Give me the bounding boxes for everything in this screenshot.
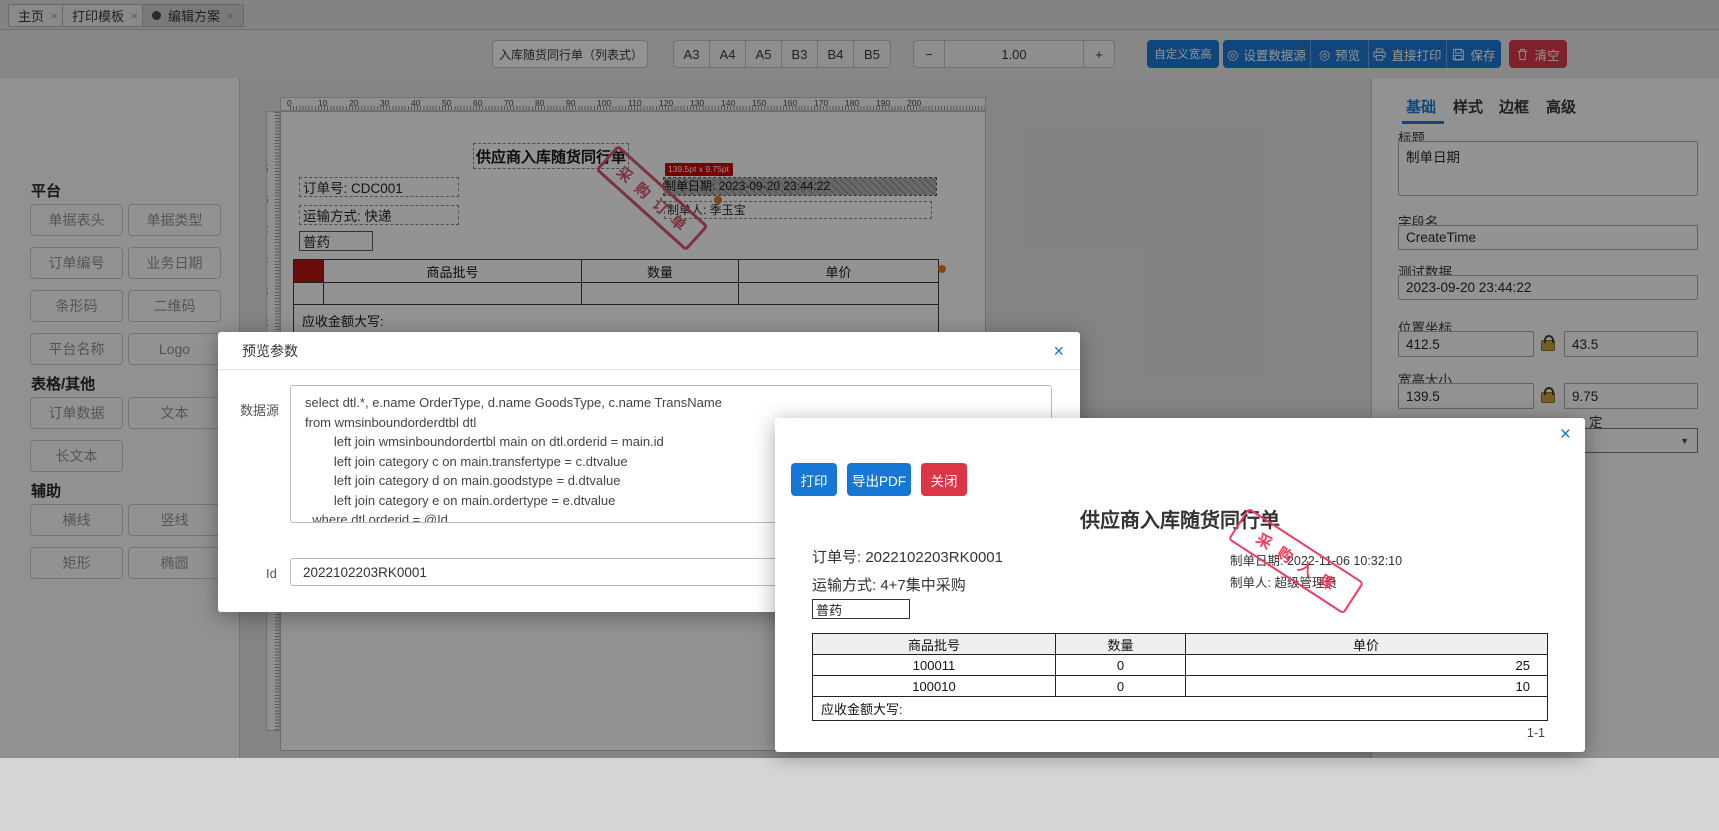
cell-batch: 100010 — [813, 676, 1056, 696]
preview-table-header: 商品批号 数量 单价 — [813, 634, 1547, 655]
table-row: 100011 0 25 — [813, 655, 1547, 676]
preview-table: 商品批号 数量 单价 100011 0 25 100010 0 10 应收金额大… — [812, 633, 1548, 721]
id-label: Id — [266, 566, 277, 581]
modal-header: 预览参数 × — [218, 332, 1080, 370]
datasource-label: 数据源 — [240, 403, 280, 418]
close-button[interactable]: 关闭 — [921, 463, 967, 496]
cell-price: 25 — [1515, 657, 1530, 673]
close-icon[interactable]: × — [1053, 342, 1064, 360]
preview-drug-type: 普药 — [812, 599, 910, 619]
col-qty-header: 数量 — [1056, 634, 1186, 654]
cell-batch: 100011 — [813, 655, 1056, 675]
col-batch-header: 商品批号 — [813, 634, 1056, 654]
cell-qty: 0 — [1056, 655, 1186, 675]
modal-title: 预览参数 — [242, 342, 298, 359]
table-row: 100010 0 10 — [813, 676, 1547, 697]
export-pdf-button[interactable]: 导出PDF — [847, 463, 911, 496]
col-price-header: 单价 — [1352, 637, 1379, 653]
page-indicator: 1-1 — [1526, 726, 1545, 740]
preview-doc-title: 供应商入库随货同行单 — [1080, 510, 1280, 532]
cell-price: 10 — [1515, 678, 1530, 694]
preview-order-no: 订单号: 2022102203RK0001 — [812, 549, 1003, 566]
preview-transport: 运输方式: 4+7集中采购 — [812, 577, 966, 594]
print-preview-modal: × 打印 导出PDF 关闭 供应商入库随货同行单 订单号: 2022102203… — [775, 418, 1585, 752]
close-icon[interactable]: × — [1560, 424, 1571, 446]
amount-words-row: 应收金额大写: — [821, 702, 903, 717]
print-button[interactable]: 打印 — [791, 463, 837, 496]
cell-qty: 0 — [1056, 676, 1186, 696]
